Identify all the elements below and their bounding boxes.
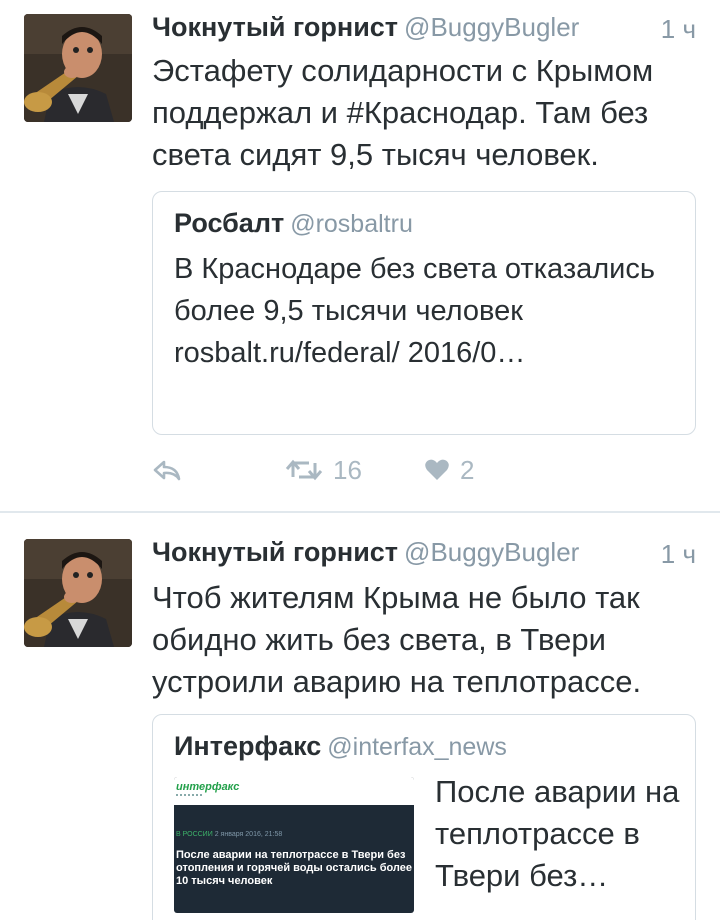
link-card-title[interactable]: После аварии на теплотрассе в Твери без… [435,771,685,897]
card-image-date: 2 января 2016, 21:58 [214,831,283,838]
quoted-tweet-header: Росбалт @rosbaltru [174,208,413,239]
user-handle[interactable]: @BuggyBugler [404,12,579,42]
reply-button[interactable] [152,450,182,490]
quoted-tweet-header: Интерфакс @interfax_news [174,731,507,762]
quoted-display-name: Интерфакс [174,731,322,761]
quoted-display-name: Росбалт [174,208,285,238]
quoted-tweet[interactable]: Росбалт @rosbaltru В Краснодаре без света… [152,191,696,435]
display-name[interactable]: Чокнутый горнист [152,537,398,567]
card-image-tag: В РОССИИ [176,831,213,838]
quoted-tweet[interactable]: Интерфакс @interfax_news интерфакс В РОСС… [152,714,696,920]
tweet-actions: 16 2 [152,450,692,490]
like-count: 2 [460,454,475,485]
tweet-header: Чокнутый горнист @BuggyBugler 1 ч [152,537,696,571]
quoted-user-handle: @rosbaltru [290,210,413,238]
tweet-text: Чтоб жителям Крыма не было так обидно жи… [152,580,642,699]
avatar-image [24,539,132,647]
card-image-headline: После аварии на теплотрассе в Твери без … [176,849,413,887]
retweet-button[interactable]: 16 [285,450,362,490]
link-card-image[interactable]: интерфакс В РОССИИ 2 января 2016, 21:58 … [174,777,414,913]
retweet-count: 16 [333,454,362,485]
interfax-logo: интерфакс [176,781,240,793]
tweet[interactable]: Чокнутый горнист @BuggyBugler 1 ч Эстафет… [0,0,720,512]
heart-icon [425,459,449,480]
display-name[interactable]: Чокнутый горнист [152,12,398,42]
tweet-text: Эстафету солидарности с Крымом поддержал… [152,53,654,172]
timestamp[interactable]: 1 ч [661,14,696,45]
tweet-header: Чокнутый горнист @BuggyBugler 1 ч [152,12,696,46]
avatar[interactable] [24,14,132,122]
avatar-image [24,14,132,122]
quoted-tweet-text: В Краснодаре без света отказались более … [174,253,655,369]
timestamp[interactable]: 1 ч [661,539,696,570]
avatar[interactable] [24,539,132,647]
card-image-divider [176,794,202,796]
reply-icon [153,460,181,481]
tweet-separator [0,511,720,513]
quoted-user-handle: @interfax_news [327,733,507,761]
card-image-meta: В РОССИИ 2 января 2016, 21:58 [176,831,282,838]
like-button[interactable]: 2 [424,450,474,490]
user-handle[interactable]: @BuggyBugler [404,537,579,567]
retweet-icon [285,459,323,481]
